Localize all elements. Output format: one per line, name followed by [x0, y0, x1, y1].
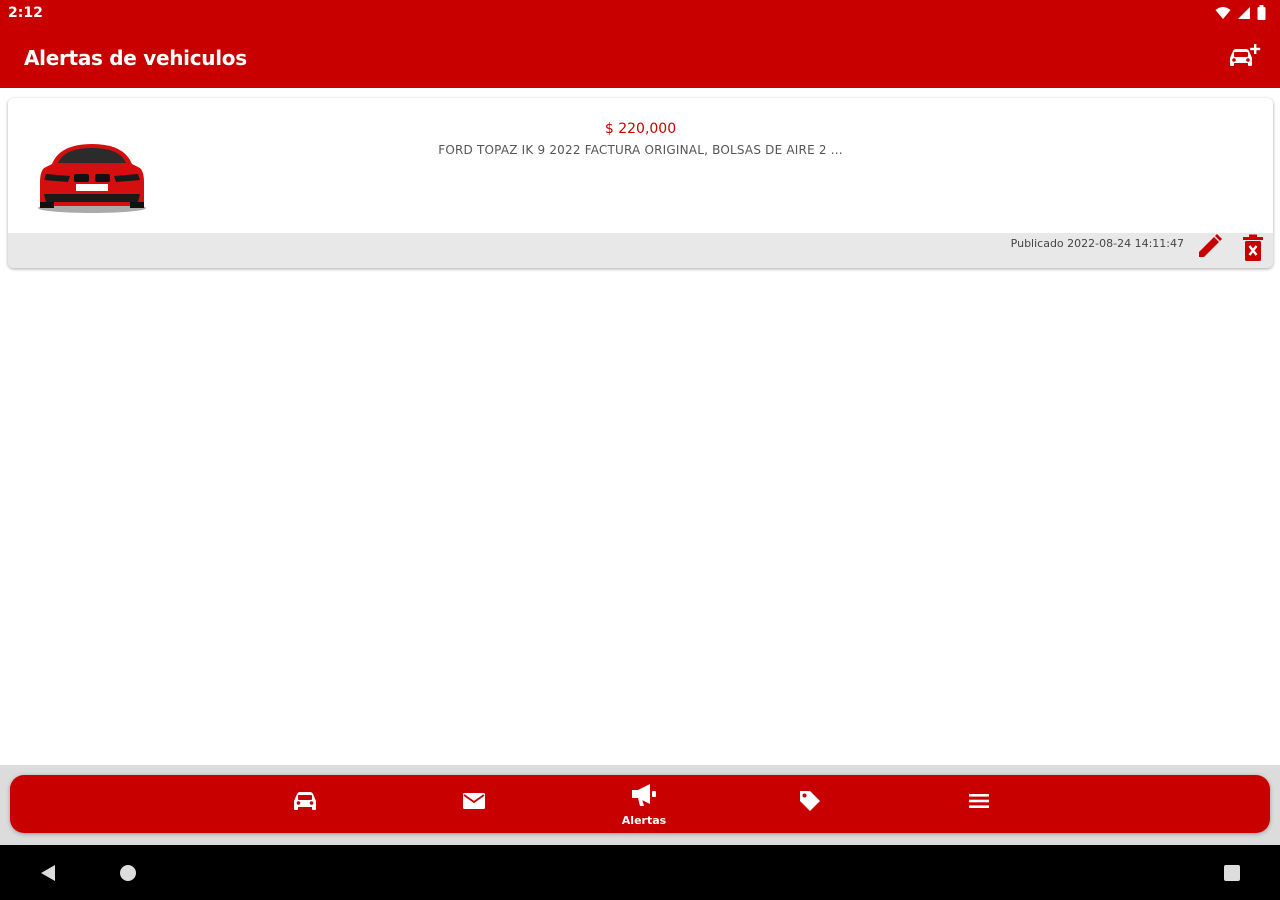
back-icon[interactable]	[38, 864, 58, 882]
signal-icon	[1237, 6, 1251, 25]
bottom-nav: Alertas	[10, 775, 1270, 833]
page-title: Alertas de vehiculos	[24, 46, 247, 70]
delete-icon	[1242, 234, 1264, 267]
alert-card-footer: Publicado 2022-08-24 14:11:47	[8, 233, 1273, 268]
battery-icon	[1257, 5, 1266, 25]
mail-icon	[462, 792, 486, 815]
alert-description: FORD TOPAZ IK 9 2022 FACTURA ORIGINAL, B…	[438, 143, 843, 157]
nav-item-alerts[interactable]: Alertas	[604, 775, 684, 833]
add-alert-button[interactable]	[1226, 42, 1262, 72]
nav-label-alerts: Alertas	[621, 813, 667, 827]
nav-item-vehicles[interactable]	[265, 775, 345, 833]
bottom-nav-container: Alertas	[0, 765, 1280, 845]
status-time: 2:12	[8, 5, 43, 21]
status-icons	[1215, 5, 1266, 25]
nav-item-messages[interactable]	[434, 775, 514, 833]
megaphone-icon	[630, 782, 658, 813]
app-screen: 2:12 Alertas de vehiculos $ 220,000 FORD…	[0, 0, 1280, 900]
menu-icon	[968, 793, 990, 814]
home-icon[interactable]	[119, 864, 137, 882]
recents-icon[interactable]	[1223, 864, 1241, 882]
app-bar: Alertas de vehiculos	[0, 26, 1280, 88]
alert-card[interactable]: $ 220,000 FORD TOPAZ IK 9 2022 FACTURA O…	[8, 98, 1273, 268]
edit-button[interactable]	[1195, 233, 1225, 265]
published-date: Publicado 2022-08-24 14:11:47	[1010, 237, 1184, 250]
alert-price: $ 220,000	[604, 121, 677, 137]
alert-card-body[interactable]: $ 220,000 FORD TOPAZ IK 9 2022 FACTURA O…	[8, 98, 1273, 233]
car-icon	[291, 790, 319, 817]
system-nav-bar	[0, 845, 1280, 900]
nav-item-menu[interactable]	[939, 775, 1019, 833]
wifi-icon	[1215, 6, 1231, 25]
edit-icon	[1196, 233, 1224, 265]
add-car-icon	[1226, 40, 1262, 75]
delete-button[interactable]	[1239, 234, 1267, 267]
status-bar: 2:12	[0, 0, 1280, 26]
nav-item-offers[interactable]	[770, 775, 850, 833]
tag-icon	[798, 789, 822, 818]
